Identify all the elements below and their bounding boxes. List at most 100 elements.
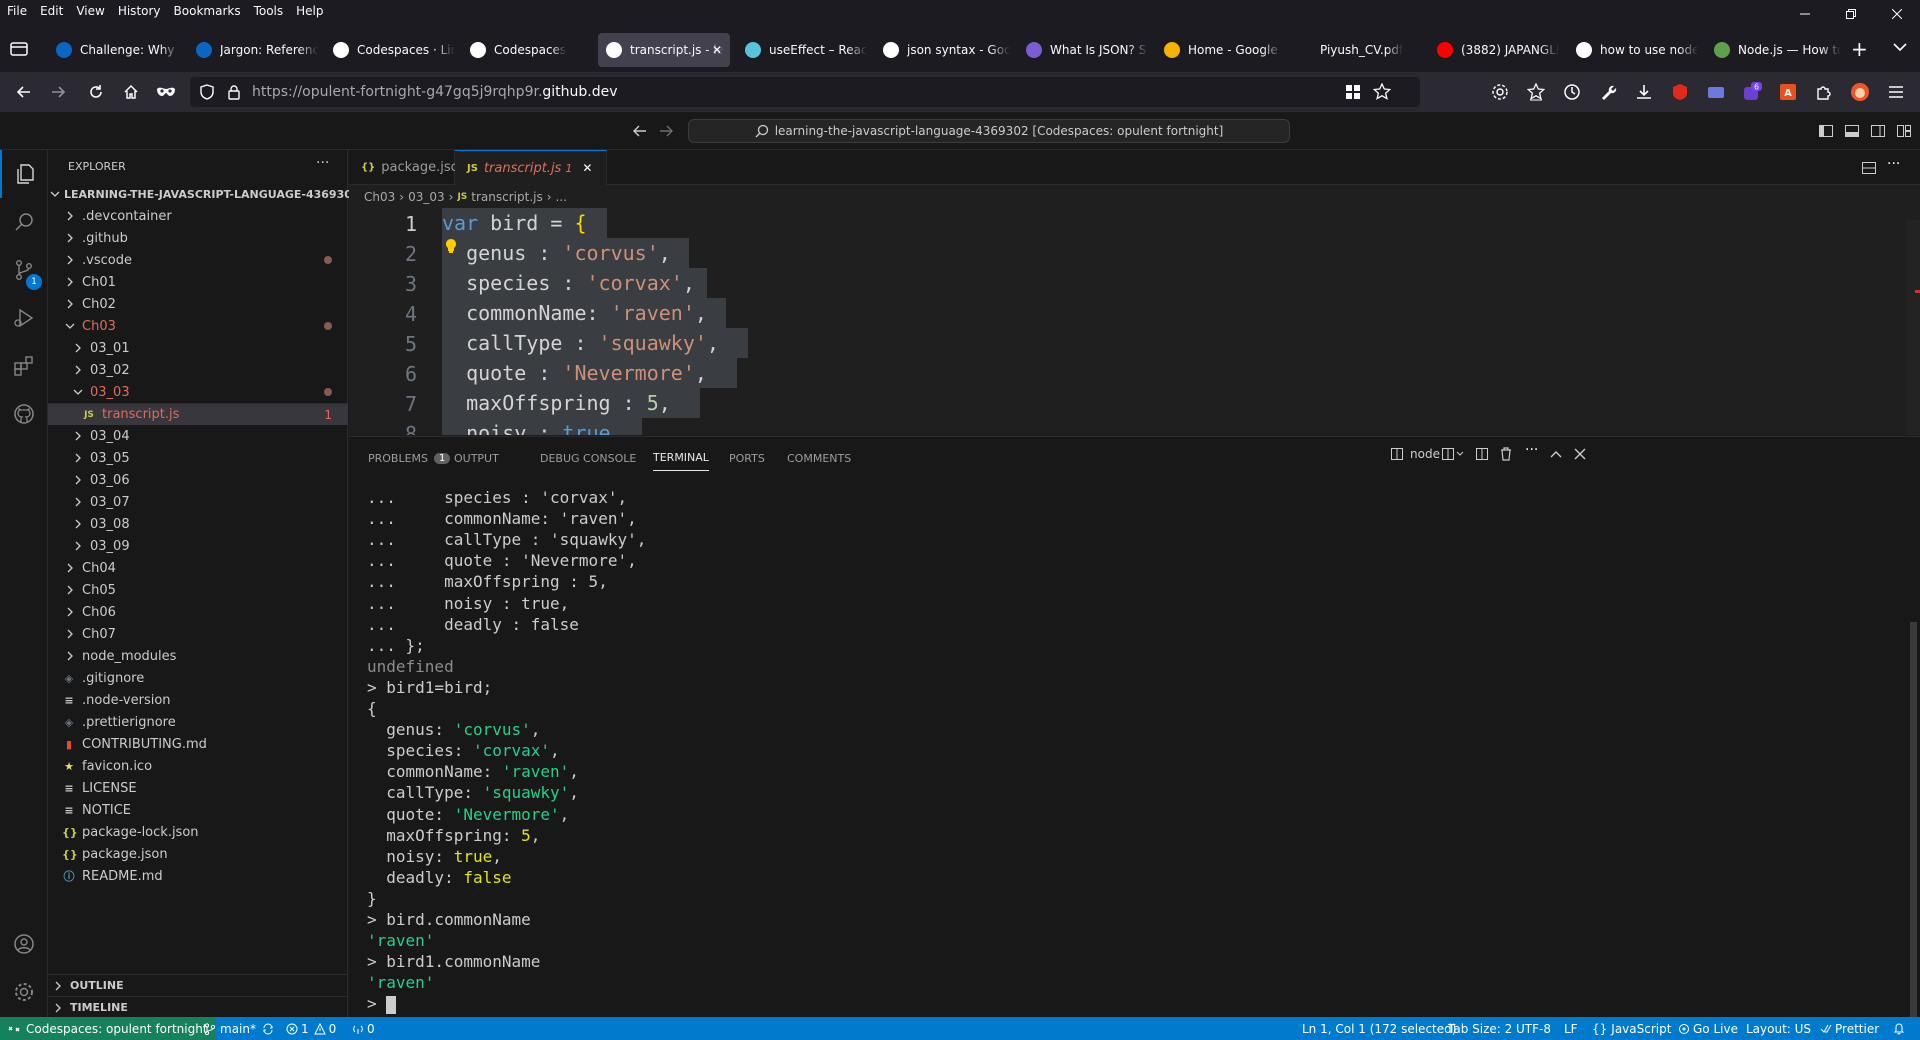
tracking-protection-shield-icon[interactable]	[200, 84, 214, 100]
browser-tab[interactable]: What Is JSON? Syn	[1018, 33, 1148, 67]
folder-item[interactable]: 03_01	[48, 337, 348, 359]
firefox-view-icon[interactable]	[10, 41, 28, 57]
browser-tab[interactable]: Codespaces · Link	[325, 33, 455, 67]
folder-item[interactable]: Ch01	[48, 271, 348, 293]
file-item[interactable]: JS transcript.js 1	[48, 403, 348, 425]
remote-indicator[interactable]: Codespaces: opulent fortnight	[0, 1017, 216, 1040]
language-mode[interactable]: {} JavaScript	[1592, 1017, 1671, 1040]
accounts-icon[interactable]	[0, 920, 48, 968]
menu-file[interactable]: File	[0, 4, 32, 18]
file-item[interactable]: {} package-lock.json	[48, 821, 348, 843]
close-panel-icon[interactable]	[1573, 447, 1587, 461]
history-clock-icon[interactable]	[1560, 80, 1584, 104]
menu-edit[interactable]: Edit	[32, 4, 68, 18]
url-bar[interactable]: https://opulent-fortnight-g47gq5j9rqhp9r…	[190, 77, 1420, 107]
browser-tab[interactable]: (3882) JAPANGLIS	[1429, 33, 1559, 67]
nav-back-icon[interactable]	[632, 123, 648, 139]
browser-tab[interactable]: transcript.js - le ✕	[598, 33, 730, 67]
folder-item[interactable]: Ch04	[48, 557, 348, 579]
bookmark-star-icon[interactable]	[1373, 83, 1391, 101]
manage-gear-icon[interactable]	[0, 968, 48, 1016]
split-terminal-icon[interactable]	[1475, 447, 1489, 461]
list-all-tabs-icon[interactable]	[1893, 42, 1907, 52]
editor-tab[interactable]: {} package.json	[349, 150, 467, 185]
folder-item[interactable]: node_modules	[48, 645, 348, 667]
toggle-panel-icon[interactable]	[1844, 123, 1860, 139]
keyboard-layout[interactable]: Layout: US	[1746, 1017, 1811, 1040]
github-icon[interactable]	[0, 390, 48, 438]
card-extension-icon[interactable]	[1704, 80, 1728, 104]
profile-fox-icon[interactable]	[1848, 80, 1872, 104]
terminal-selector[interactable]: node	[1390, 447, 1440, 461]
customize-layout-icon[interactable]	[1896, 123, 1912, 139]
breadcrumb-item[interactable]: Ch03	[364, 190, 395, 204]
hamburger-menu-icon[interactable]	[1884, 80, 1908, 104]
folder-item[interactable]: .github	[48, 227, 348, 249]
terminal-scrollbar[interactable]	[1907, 481, 1920, 1018]
extension-grid-icon[interactable]	[1345, 84, 1361, 100]
file-item[interactable]: ◈ .gitignore	[48, 667, 348, 689]
folder-item[interactable]: 03_03	[48, 381, 348, 403]
folder-item[interactable]: 03_07	[48, 491, 348, 513]
source-control-icon[interactable]: 1	[0, 246, 48, 294]
file-item[interactable]: ⓘ README.md	[48, 865, 348, 887]
end-of-line[interactable]: LF	[1564, 1017, 1578, 1040]
file-item[interactable]: ◈ .prettierignore	[48, 711, 348, 733]
extensions-puzzle-icon[interactable]	[1812, 80, 1836, 104]
panel-tab-output[interactable]: OUTPUT	[454, 445, 499, 471]
panel-tab-problems[interactable]: PROBLEMS 1	[368, 445, 451, 471]
editor-more-actions-icon[interactable]: ···	[1887, 156, 1900, 172]
terminal-output[interactable]: ... species : 'corvax', ... commonName: '…	[349, 481, 1920, 1018]
folder-item[interactable]: Ch02	[48, 293, 348, 315]
notifications-bell-icon[interactable]	[1893, 1017, 1905, 1040]
file-item[interactable]: {} package.json	[48, 843, 348, 865]
folder-item[interactable]: .vscode	[48, 249, 348, 271]
toggle-primary-sidebar-icon[interactable]	[1818, 123, 1834, 139]
prettier-status[interactable]: Prettier	[1820, 1017, 1879, 1040]
file-item[interactable]: ≡ NOTICE	[48, 799, 348, 821]
search-sidebar-icon[interactable]	[0, 198, 48, 246]
bookmarks-star-list-icon[interactable]	[1524, 80, 1548, 104]
tab-size[interactable]: Tab Size: 2	[1448, 1017, 1512, 1040]
terminal-scroll-thumb[interactable]	[1910, 622, 1917, 1018]
file-item[interactable]: ≡ .node-version	[48, 689, 348, 711]
close-editor-tab-icon[interactable]: ✕	[582, 161, 592, 175]
browser-tab[interactable]: useEffect – React	[737, 33, 867, 67]
folder-item[interactable]: 03_02	[48, 359, 348, 381]
extensions-icon[interactable]	[0, 342, 48, 390]
kill-terminal-trash-icon[interactable]	[1499, 447, 1513, 461]
run-debug-icon[interactable]	[0, 294, 48, 342]
browser-tab[interactable]: Jargon: Reference	[188, 33, 318, 67]
ublock-extension-icon[interactable]	[1668, 80, 1692, 104]
panel-tab-terminal[interactable]: TERMINAL	[653, 445, 709, 471]
folder-item[interactable]: Ch05	[48, 579, 348, 601]
settings-gear-icon[interactable]	[1488, 80, 1512, 104]
new-terminal-split-icon[interactable]	[1441, 447, 1465, 461]
panel-tab-comments[interactable]: COMMENTS	[787, 445, 851, 471]
panel-more-actions-icon[interactable]: ···	[1525, 442, 1538, 458]
back-icon[interactable]	[12, 80, 36, 104]
folder-item[interactable]: 03_09	[48, 535, 348, 557]
explorer-files-icon[interactable]	[0, 150, 48, 198]
ports-status[interactable]: 0	[352, 1017, 375, 1040]
toggle-secondary-sidebar-icon[interactable]	[1870, 123, 1886, 139]
split-editor-icon[interactable]	[1861, 160, 1877, 176]
workspace-root[interactable]: LEARNING-THE-JAVASCRIPT-LANGUAGE-4369302…	[48, 183, 381, 205]
sync-icon[interactable]	[262, 1023, 274, 1035]
folder-item[interactable]: Ch03	[48, 315, 348, 337]
translate-extension-icon[interactable]: A	[1776, 80, 1800, 104]
folder-item[interactable]: 03_04	[48, 425, 348, 447]
menu-help[interactable]: Help	[288, 4, 328, 18]
browser-tab[interactable]: Node.js — How to	[1706, 33, 1841, 67]
lock-icon[interactable]	[228, 84, 240, 100]
lightbulb-icon[interactable]	[445, 238, 457, 254]
breadcrumb-item[interactable]: transcript.js	[471, 190, 542, 204]
folder-item[interactable]: Ch06	[48, 601, 348, 623]
panel-tab-ports[interactable]: PORTS	[729, 445, 765, 471]
file-item[interactable]: ▮ CONTRIBUTING.md	[48, 733, 348, 755]
file-item[interactable]: ≡ LICENSE	[48, 777, 348, 799]
browser-tab[interactable]: Home - Google D	[1156, 33, 1281, 67]
menu-bookmarks[interactable]: Bookmarks	[166, 4, 246, 18]
close-window-icon[interactable]	[1874, 0, 1920, 28]
folder-item[interactable]: .devcontainer	[48, 205, 348, 227]
